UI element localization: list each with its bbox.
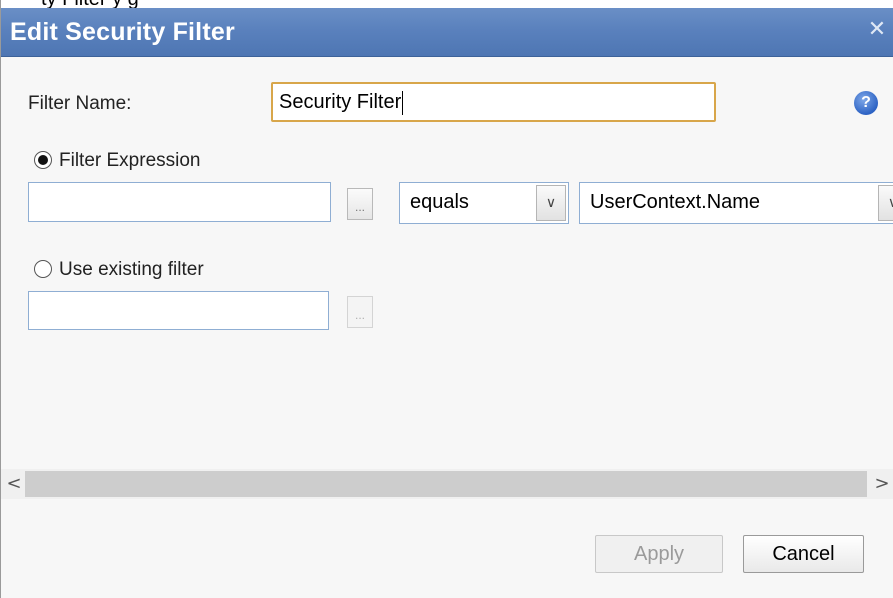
existing-filter-radio[interactable] bbox=[34, 260, 52, 278]
filter-expression-value bbox=[29, 183, 330, 221]
filter-name-label: Filter Name: bbox=[28, 93, 132, 114]
scrollbar-thumb[interactable] bbox=[25, 471, 867, 497]
filter-name-value: Security Filter bbox=[279, 91, 402, 113]
operand-select[interactable]: UserContext.Name ∨ bbox=[579, 182, 893, 224]
help-icon[interactable]: ? bbox=[854, 91, 878, 115]
horizontal-scrollbar[interactable]: < > bbox=[1, 469, 893, 499]
cancel-button[interactable]: Cancel bbox=[743, 535, 864, 573]
edit-security-filter-dialog: ty Filter y g Edit Security Filter ✕ Fil… bbox=[0, 0, 893, 598]
filter-expression-browse-button[interactable]: ... bbox=[347, 188, 373, 220]
filter-expression-radio[interactable] bbox=[34, 151, 52, 169]
filter-expression-field[interactable] bbox=[28, 182, 331, 222]
close-icon[interactable]: ✕ bbox=[865, 18, 889, 42]
existing-filter-label[interactable]: Use existing filter bbox=[59, 259, 204, 281]
filter-expression-label[interactable]: Filter Expression bbox=[59, 150, 201, 172]
operator-select[interactable]: equals ∨ bbox=[399, 182, 569, 224]
dialog-titlebar[interactable]: Edit Security Filter ✕ bbox=[1, 8, 893, 57]
existing-filter-field[interactable] bbox=[28, 291, 329, 330]
operator-value: equals bbox=[410, 191, 469, 213]
chevron-down-icon[interactable]: ∨ bbox=[878, 185, 893, 221]
text-caret bbox=[402, 90, 404, 115]
scroll-left-icon[interactable]: < bbox=[3, 469, 25, 499]
operand-value: UserContext.Name bbox=[590, 191, 761, 213]
apply-button[interactable]: Apply bbox=[595, 535, 723, 573]
dialog-title: Edit Security Filter bbox=[10, 18, 235, 46]
chevron-down-icon[interactable]: ∨ bbox=[536, 185, 566, 221]
filter-name-input[interactable]: Security Filter bbox=[271, 82, 716, 122]
existing-filter-value bbox=[29, 292, 328, 329]
existing-filter-browse-button[interactable]: ... bbox=[347, 296, 373, 328]
scroll-right-icon[interactable]: > bbox=[871, 469, 893, 499]
